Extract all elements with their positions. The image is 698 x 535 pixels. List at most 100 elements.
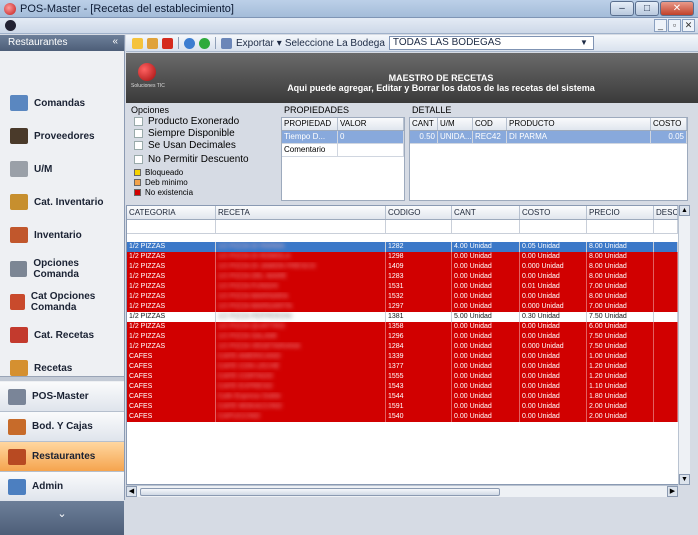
scroll-up-icon[interactable]: ▲: [679, 205, 690, 216]
option-checkbox[interactable]: Producto Exonerado: [134, 116, 278, 127]
table-row[interactable]: CAFES CAFE CON LECHE 1377 0.00 Unidad 0.00 U…: [127, 362, 689, 372]
sidebar-splitter[interactable]: [0, 376, 124, 381]
table-row[interactable]: CAFES CAFE AMERICANO 1339 0.00 Unidad 0.00 U…: [127, 352, 689, 362]
column-header[interactable]: PRECIO: [587, 206, 654, 219]
app-menu-icon[interactable]: [5, 20, 16, 31]
column-header[interactable]: PRODUCTO: [507, 118, 651, 130]
table-row[interactable]: 1/2 PIZZAS 1/2 PIZZA DI ROMOLA 1298 0.00 Un…: [127, 252, 689, 262]
sidebar-item-opciones-comanda[interactable]: Opciones Comanda: [0, 254, 124, 284]
column-header[interactable]: PROPIEDAD: [282, 118, 338, 130]
table-row[interactable]: 1/2 PIZZAS 1/2 PIZZA DI PARMA 1282 4.00 Uni…: [127, 242, 689, 252]
column-header[interactable]: CATEGORIA: [127, 206, 216, 219]
table-row[interactable]: Tiempo D... 0: [282, 131, 404, 144]
sidebar-item-cat-inventario[interactable]: Cat. Inventario: [0, 187, 124, 217]
column-header[interactable]: COSTO: [520, 206, 587, 219]
table-row[interactable]: 1/2 PIZZAS 1/2 PIZZA MARINARA 1532 0.00 Uni…: [127, 292, 689, 302]
checkbox-box[interactable]: [134, 155, 143, 164]
column-header[interactable]: COSTO: [651, 118, 687, 130]
table-row[interactable]: 1/2 PIZZAS 1/2 PIZZA DEL MARE 1283 0.00 Uni…: [127, 272, 689, 282]
maximize-button[interactable]: □: [635, 1, 659, 16]
table-cell: 1/2 PIZZA FUNGHI: [216, 282, 386, 292]
sidebar-item-comandas[interactable]: Comandas: [0, 88, 124, 118]
propiedades-grid: PROPIEDAD VALOR Tiempo D... 0 Comentario: [281, 117, 405, 201]
table-cell: 1297: [386, 302, 452, 312]
books-icon: [10, 227, 28, 243]
column-header[interactable]: CODIGO: [386, 206, 452, 219]
scrollbar-thumb[interactable]: [140, 488, 500, 496]
table-cell: 8.00 Unidad: [587, 272, 654, 282]
module-restaurantes[interactable]: Restaurantes: [0, 442, 124, 472]
minimize-button[interactable]: –: [610, 1, 634, 16]
bodega-select[interactable]: TODAS LAS BODEGAS ▼: [388, 36, 594, 50]
child-minimize-button[interactable]: _: [654, 19, 667, 32]
table-cell: 1339: [386, 352, 452, 362]
sidebar-item-inventario[interactable]: Inventario: [0, 220, 124, 250]
column-header[interactable]: CANT: [410, 118, 438, 130]
table-row[interactable]: CAFES CAFE CORTADO 1555 0.00 Unidad 0.00 Uni…: [127, 372, 689, 382]
vertical-scrollbar[interactable]: ▲ ▼: [678, 205, 690, 485]
sidebar-item-proveedores[interactable]: Proveedores: [0, 121, 124, 151]
sidebar-item-cat-opciones-comanda[interactable]: Cat Opciones Comanda: [0, 287, 124, 317]
scroll-right-icon[interactable]: ▶: [667, 486, 678, 497]
search-icon[interactable]: [184, 37, 195, 49]
column-header[interactable]: CANT: [452, 206, 520, 219]
column-header[interactable]: U/M: [438, 118, 473, 130]
table-cell: 0.00 Unidad: [520, 332, 587, 342]
module-admin[interactable]: Admin: [0, 472, 124, 502]
new-icon[interactable]: [132, 37, 143, 49]
table-row[interactable]: 1/2 PIZZAS 1/2 PIZZA PEPPERONI 1381 5.00 Un…: [127, 312, 689, 322]
column-header[interactable]: VALOR: [338, 118, 404, 130]
table-cell: 0.00 Unidad: [452, 282, 520, 292]
table-row[interactable]: 1/2 PIZZAS 1/2 PIZZA VEGETARIANA 1284 0.00 …: [127, 342, 689, 352]
edit-icon[interactable]: [147, 37, 158, 49]
table-cell: 1381: [386, 312, 452, 322]
table-row[interactable]: CAFES CAFE MOKACCINO 1591 0.00 Unidad 0.00 U…: [127, 402, 689, 412]
table-row[interactable]: CAFES CAPUCCINO 1540 0.00 Unidad 0.00 Unidad…: [127, 412, 689, 422]
sidebar-item-u-m[interactable]: U/M: [0, 154, 124, 184]
collapse-icon[interactable]: «: [112, 36, 118, 47]
column-header[interactable]: DESC: [654, 206, 678, 219]
checkbox-box[interactable]: [134, 117, 143, 126]
filter-row[interactable]: [127, 220, 689, 234]
scroll-left-icon[interactable]: ◀: [126, 486, 137, 497]
table-row[interactable]: 1/2 PIZZAS 1/2 PIZZA QUATTRO 1358 0.00 Unid…: [127, 322, 689, 332]
table-row[interactable]: CAFES CAFE EXPRESO 1543 0.00 Unidad 0.00 Uni…: [127, 382, 689, 392]
export-button[interactable]: Exportar: [236, 38, 274, 49]
chevron-down-icon[interactable]: ⌄: [57, 508, 66, 520]
child-restore-button[interactable]: ▫: [668, 19, 681, 32]
table-cell: 0.05: [651, 131, 687, 143]
table-row[interactable]: CAFES Cafe Expreso Doble 1544 0.00 Unidad 0.…: [127, 392, 689, 402]
sidebar-item-cat-recetas[interactable]: Cat. Recetas: [0, 320, 124, 350]
module-bod-y-cajas[interactable]: Bod. Y Cajas: [0, 412, 124, 442]
checkbox-box[interactable]: [134, 141, 143, 150]
table-row[interactable]: 1/2 PIZZAS 1/2 PIZZA MARGARITA 1297 0.00 Un…: [127, 302, 689, 312]
child-close-button[interactable]: ✕: [682, 19, 695, 32]
legend-swatch: [134, 168, 141, 176]
table-cell: 1.20 Unidad: [587, 372, 654, 382]
table-row[interactable]: Comentario: [282, 144, 404, 157]
table-cell: 1296: [386, 332, 452, 342]
delete-icon[interactable]: [162, 37, 173, 49]
sidebar: Restaurantes « Comandas Proveedores U/M Cat…: [0, 35, 125, 535]
option-checkbox[interactable]: No Permitir Descuento: [134, 154, 278, 165]
table-row[interactable]: 0.50 UNIDA... REC42 DI PARMA 0.05: [410, 131, 687, 144]
column-header[interactable]: COD: [473, 118, 507, 130]
checkbox-box[interactable]: [134, 129, 143, 138]
chevron-down-icon[interactable]: ▼: [580, 37, 588, 49]
dropdown-arrow-icon[interactable]: ▾: [277, 38, 282, 49]
horizontal-scrollbar[interactable]: ◀ ▶: [126, 485, 678, 497]
table-cell: 1/2 PIZZAS: [127, 262, 216, 272]
option-checkbox[interactable]: Se Usan Decimales: [134, 140, 278, 151]
table-row[interactable]: 1/2 PIZZAS 1/2 PIZZA FUNGHI 1531 0.00 Unida…: [127, 282, 689, 292]
column-header[interactable]: RECETA: [216, 206, 386, 219]
module-pos-master[interactable]: POS-Master: [0, 382, 124, 412]
table-row[interactable]: 1/2 PIZZAS 1/2 PIZZA DI JAMON FRESCO 1409 0…: [127, 262, 689, 272]
close-button[interactable]: ✕: [660, 1, 694, 16]
table-cell: 0.01 Unidad: [520, 282, 587, 292]
export-icon[interactable]: [221, 37, 232, 49]
scroll-down-icon[interactable]: ▼: [679, 474, 690, 485]
sidebar-footer[interactable]: ⌄: [0, 501, 124, 535]
option-checkbox[interactable]: Siempre Disponible: [134, 128, 278, 139]
table-row[interactable]: 1/2 PIZZAS 1/2 PIZZA SALAMI 1296 0.00 Unida…: [127, 332, 689, 342]
refresh-icon[interactable]: [199, 37, 210, 49]
